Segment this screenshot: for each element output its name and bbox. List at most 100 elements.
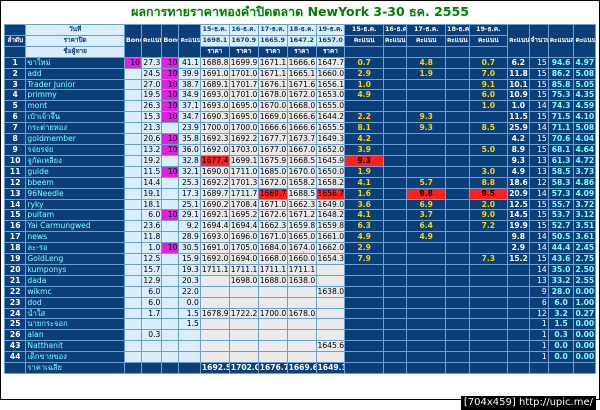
score2-cell: 22.0: [178, 285, 201, 298]
score2-cell: 28.9: [178, 231, 201, 244]
price-guess: 1698.0: [228, 274, 259, 287]
price-guess: 1678.0: [257, 89, 288, 102]
bonus1-cell: [123, 143, 143, 156]
footer-spacer: [406, 362, 447, 374]
bonus1-cell: [123, 307, 143, 320]
points-cell: [382, 176, 408, 189]
price-guess: [257, 340, 288, 353]
price-guess: 1670.0: [257, 100, 288, 113]
player-name: เด็กขายของ: [25, 351, 125, 364]
count-cell: 15: [528, 78, 549, 91]
player-name: 96Needle: [25, 187, 125, 200]
bonus1-cell: [123, 78, 143, 91]
rank-number: 7: [3, 122, 27, 135]
price-guess: 1696.0: [228, 231, 259, 244]
bonus2-cell: [161, 329, 180, 342]
rank-number: 12: [3, 176, 27, 189]
score1-cell: 24.5: [141, 67, 163, 80]
bonus2-cell: 10: [161, 242, 180, 255]
bonus1-cell: [123, 329, 143, 342]
rank-number: 9: [3, 143, 27, 156]
price-guess: [286, 296, 317, 309]
total-cell: 61.3: [547, 154, 575, 167]
total-cell: 70.6: [547, 133, 575, 145]
price-guess: 1649.3: [315, 133, 346, 145]
bonus2-cell: [161, 318, 180, 331]
table-row: 25 นายกระจอก 1.5 1 1.5 0.00: [3, 318, 596, 331]
price-guess: [315, 318, 346, 331]
points-cell: [406, 78, 447, 91]
price-guess: 1690.0: [199, 165, 230, 178]
price-guess: 1661.0: [315, 231, 346, 244]
player-name: ละ-รอ: [25, 242, 125, 255]
score1-cell: 20.6: [141, 133, 163, 145]
footer-spacer: [178, 362, 201, 374]
points-date-header: 15-ธ.ค.: [344, 24, 384, 36]
score1-cell: 15.7: [141, 263, 163, 276]
points-spacer: [344, 45, 384, 58]
table-row: 17 news 11.8 28.9 1693.0 1696.0 1671.0 1665.0 16…: [3, 231, 596, 244]
total-cell: 68.1: [547, 143, 575, 156]
points-cell: [445, 154, 470, 167]
points-cell: [445, 340, 470, 353]
price-guess: 1659.8: [315, 220, 346, 233]
price-guess: 1677.7: [257, 133, 288, 145]
price-guess: 1649.0: [315, 198, 346, 211]
points-cell: 4.9: [344, 231, 384, 244]
points-cell: [445, 307, 470, 320]
points-cell: [468, 296, 509, 309]
points-cell: [468, 242, 509, 255]
score1-cell: 12.5: [141, 253, 163, 265]
points-cell: [406, 296, 447, 309]
bonus2-cell: 10: [161, 209, 180, 222]
table-row: 2 add 24.5 10 39.9 1691.0 1701.0 1671.1 1665.1 16…: [3, 67, 596, 80]
count-cell: 15: [528, 89, 549, 102]
rank-number: 44: [3, 351, 27, 364]
score2-cell: 25.1: [178, 198, 201, 211]
total-cell: 33.2: [547, 274, 575, 287]
avg-cell: 3.12: [573, 209, 596, 222]
rank-number: 43: [3, 340, 27, 353]
points-cell: [406, 133, 447, 145]
avg-cell: 3.72: [573, 198, 596, 211]
total-cell: 58.5: [547, 165, 575, 178]
total-cell: 74.3: [547, 100, 575, 113]
price-label: ราคา: [228, 45, 259, 58]
price-guess: 1648.2: [315, 209, 346, 222]
points-cell: [382, 56, 408, 69]
table-row: 13 96Needle 19.1 17.3 1689.7 1711.7 1669.7 1688…: [3, 187, 596, 200]
bonus2-cell: 10: [161, 143, 180, 156]
score1-cell: 18.1: [141, 198, 163, 211]
avg-cell: 0.00: [573, 318, 596, 331]
total-cell: 28.0: [547, 285, 575, 298]
bonus2-cell: [161, 285, 180, 298]
points-cell: 2.9: [344, 242, 384, 255]
day-label: วันที่: [25, 24, 125, 36]
bonus1-cell: [123, 187, 143, 200]
price-guess: [257, 296, 288, 309]
footer-row: ราคาเฉลี่ย 1692.5 1702.0 1676.7 1669.6 1649.1: [3, 362, 596, 374]
score2-cell: 39.9: [178, 67, 201, 80]
price-guess: 1668.0: [286, 100, 317, 113]
points-cell: [344, 274, 384, 287]
price-guess: 1690.2: [199, 198, 230, 211]
bonus1-cell: [123, 154, 143, 167]
points-cell: [468, 340, 509, 353]
price-guess: [257, 351, 288, 364]
table-row: 23 dod 6.0 0.0 6 6.0 1.00: [3, 296, 596, 309]
average-price: 1702.0: [228, 362, 259, 374]
rank-number: 22: [3, 285, 27, 298]
avg-cell: 2.75: [573, 253, 596, 265]
price-guess: 1695.2: [228, 209, 259, 222]
price-guess: 1700.0: [257, 307, 288, 320]
points-cell: [445, 253, 470, 265]
points-cell: [382, 220, 408, 233]
points-cell: 1.6: [344, 187, 384, 200]
bonus1-cell: [123, 67, 143, 80]
points-cell: [445, 100, 470, 113]
score3-cell: [507, 274, 530, 287]
score1-cell: 27.3: [141, 56, 163, 69]
close-label: ราคาปิด: [25, 34, 125, 47]
points-cell: 9.3: [406, 111, 447, 124]
price-guess: 1688.0: [257, 274, 288, 287]
